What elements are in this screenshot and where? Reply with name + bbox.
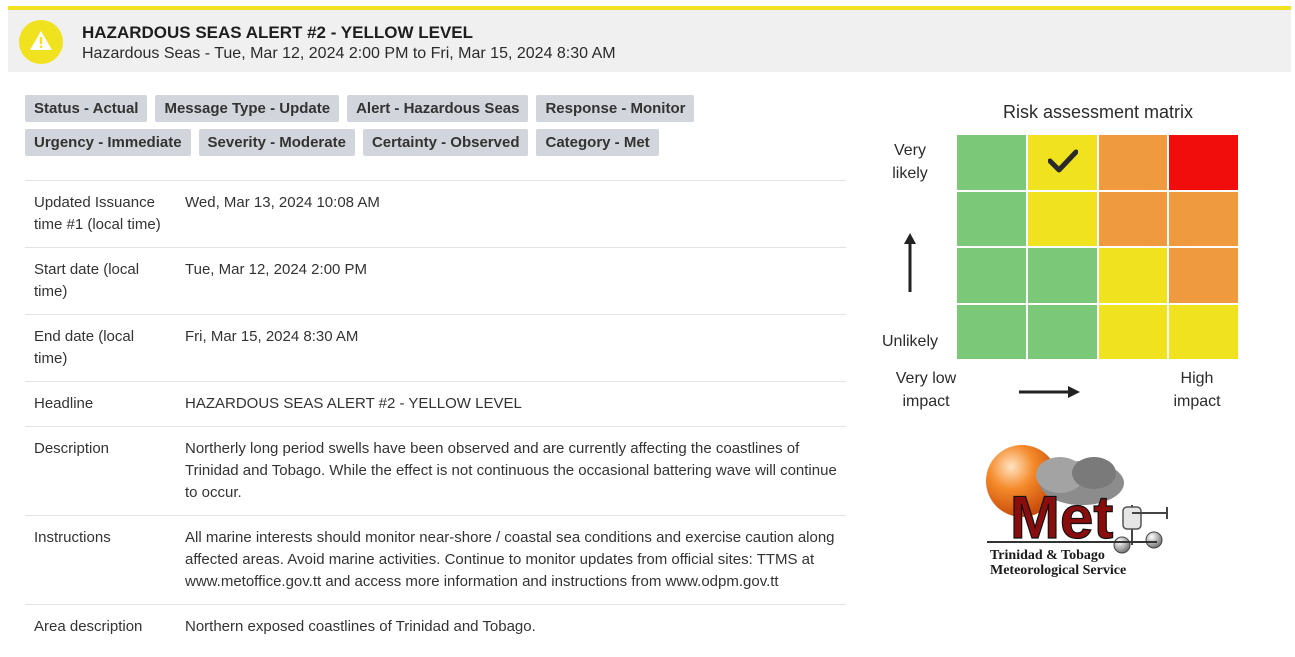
tag-message-type: Message Type - Update bbox=[155, 95, 340, 122]
matrix-cell bbox=[1027, 248, 1097, 303]
matrix-title: Risk assessment matrix bbox=[1002, 102, 1194, 122]
matrix-cell bbox=[957, 304, 1026, 359]
table-row: Headline HAZARDOUS SEAS ALERT #2 - YELLO… bbox=[25, 381, 846, 427]
tag-row-2: Urgency - Immediate Severity - Moderate … bbox=[25, 129, 785, 156]
matrix-cell bbox=[1169, 135, 1238, 190]
matrix-cell bbox=[1169, 304, 1238, 359]
checkmark-icon bbox=[1047, 149, 1078, 173]
alert-title: HAZARDOUS SEAS ALERT #2 - YELLOW LEVEL bbox=[82, 23, 474, 42]
arrow-up-icon bbox=[904, 233, 916, 292]
matrix-cell bbox=[1169, 248, 1238, 303]
row-value: Wed, Mar 13, 2024 10:08 AM bbox=[175, 180, 846, 248]
tag-severity: Severity - Moderate bbox=[198, 129, 355, 156]
row-label: End date (local time) bbox=[25, 314, 175, 382]
row-value: Northerly long period swells have been o… bbox=[175, 426, 846, 516]
matrix-cell bbox=[1098, 191, 1168, 246]
table-row: Start date (local time) Tue, Mar 12, 202… bbox=[25, 247, 846, 315]
matrix-cell bbox=[1169, 191, 1238, 246]
risk-matrix bbox=[957, 135, 1238, 359]
tag-category: Category - Met bbox=[536, 129, 659, 156]
tag-row-1: Status - Actual Message Type - Update Al… bbox=[25, 95, 785, 122]
matrix-cell bbox=[1027, 135, 1097, 190]
row-label: Start date (local time) bbox=[25, 247, 175, 315]
row-value: All marine interests should monitor near… bbox=[175, 515, 846, 605]
tag-alert: Alert - Hazardous Seas bbox=[347, 95, 529, 122]
alert-header: HAZARDOUS SEAS ALERT #2 - YELLOW LEVEL H… bbox=[8, 6, 1291, 72]
table-row: End date (local time) Fri, Mar 15, 2024 … bbox=[25, 314, 846, 382]
table-row: Area description Northern exposed coastl… bbox=[25, 604, 846, 649]
matrix-cell bbox=[1027, 304, 1097, 359]
table-row: Updated Issuance time #1 (local time) We… bbox=[25, 180, 846, 248]
warning-icon bbox=[19, 20, 63, 64]
alert-details-table: Updated Issuance time #1 (local time) We… bbox=[25, 180, 846, 649]
row-value: Northern exposed coastlines of Trinidad … bbox=[175, 604, 846, 649]
table-row: Instructions All marine interests should… bbox=[25, 515, 846, 605]
tag-certainty: Certainty - Observed bbox=[362, 129, 529, 156]
matrix-cell bbox=[957, 248, 1026, 303]
row-label: Headline bbox=[25, 381, 175, 427]
y-axis-top-label: Very likely bbox=[892, 142, 928, 182]
tag-response: Response - Monitor bbox=[536, 95, 695, 122]
y-axis-bottom-label: Unlikely bbox=[881, 333, 938, 350]
matrix-cell bbox=[957, 191, 1026, 246]
alert-tags: Status - Actual Message Type - Update Al… bbox=[25, 95, 785, 163]
alert-subtitle: Hazardous Seas - Tue, Mar 12, 2024 2:00 … bbox=[82, 45, 616, 62]
matrix-cell bbox=[957, 135, 1026, 190]
arrow-right-icon bbox=[1019, 386, 1080, 398]
row-label: Instructions bbox=[25, 515, 175, 605]
row-value: Tue, Mar 12, 2024 2:00 PM bbox=[175, 247, 846, 315]
logo-line-1: Trinidad & Tobago bbox=[990, 548, 1105, 563]
matrix-cell bbox=[1098, 304, 1168, 359]
row-value: Fri, Mar 15, 2024 8:30 AM bbox=[175, 314, 846, 382]
x-axis-left-label: Very low impact bbox=[895, 370, 957, 410]
row-label: Area description bbox=[25, 604, 175, 649]
tag-status: Status - Actual bbox=[25, 95, 148, 122]
tag-urgency: Urgency - Immediate bbox=[25, 129, 191, 156]
row-label: Description bbox=[25, 426, 175, 516]
logo-line-2: Meteorological Service bbox=[990, 563, 1127, 578]
matrix-cell bbox=[1098, 135, 1168, 190]
x-axis-right-label: High impact bbox=[1173, 370, 1221, 410]
row-label: Updated Issuance time #1 (local time) bbox=[25, 180, 175, 248]
row-value: HAZARDOUS SEAS ALERT #2 - YELLOW LEVEL bbox=[175, 381, 846, 427]
matrix-cell bbox=[1027, 191, 1097, 246]
matrix-cell bbox=[1098, 248, 1168, 303]
logo-word: Met bbox=[1010, 484, 1113, 551]
table-row: Description Northerly long period swells… bbox=[25, 426, 846, 516]
